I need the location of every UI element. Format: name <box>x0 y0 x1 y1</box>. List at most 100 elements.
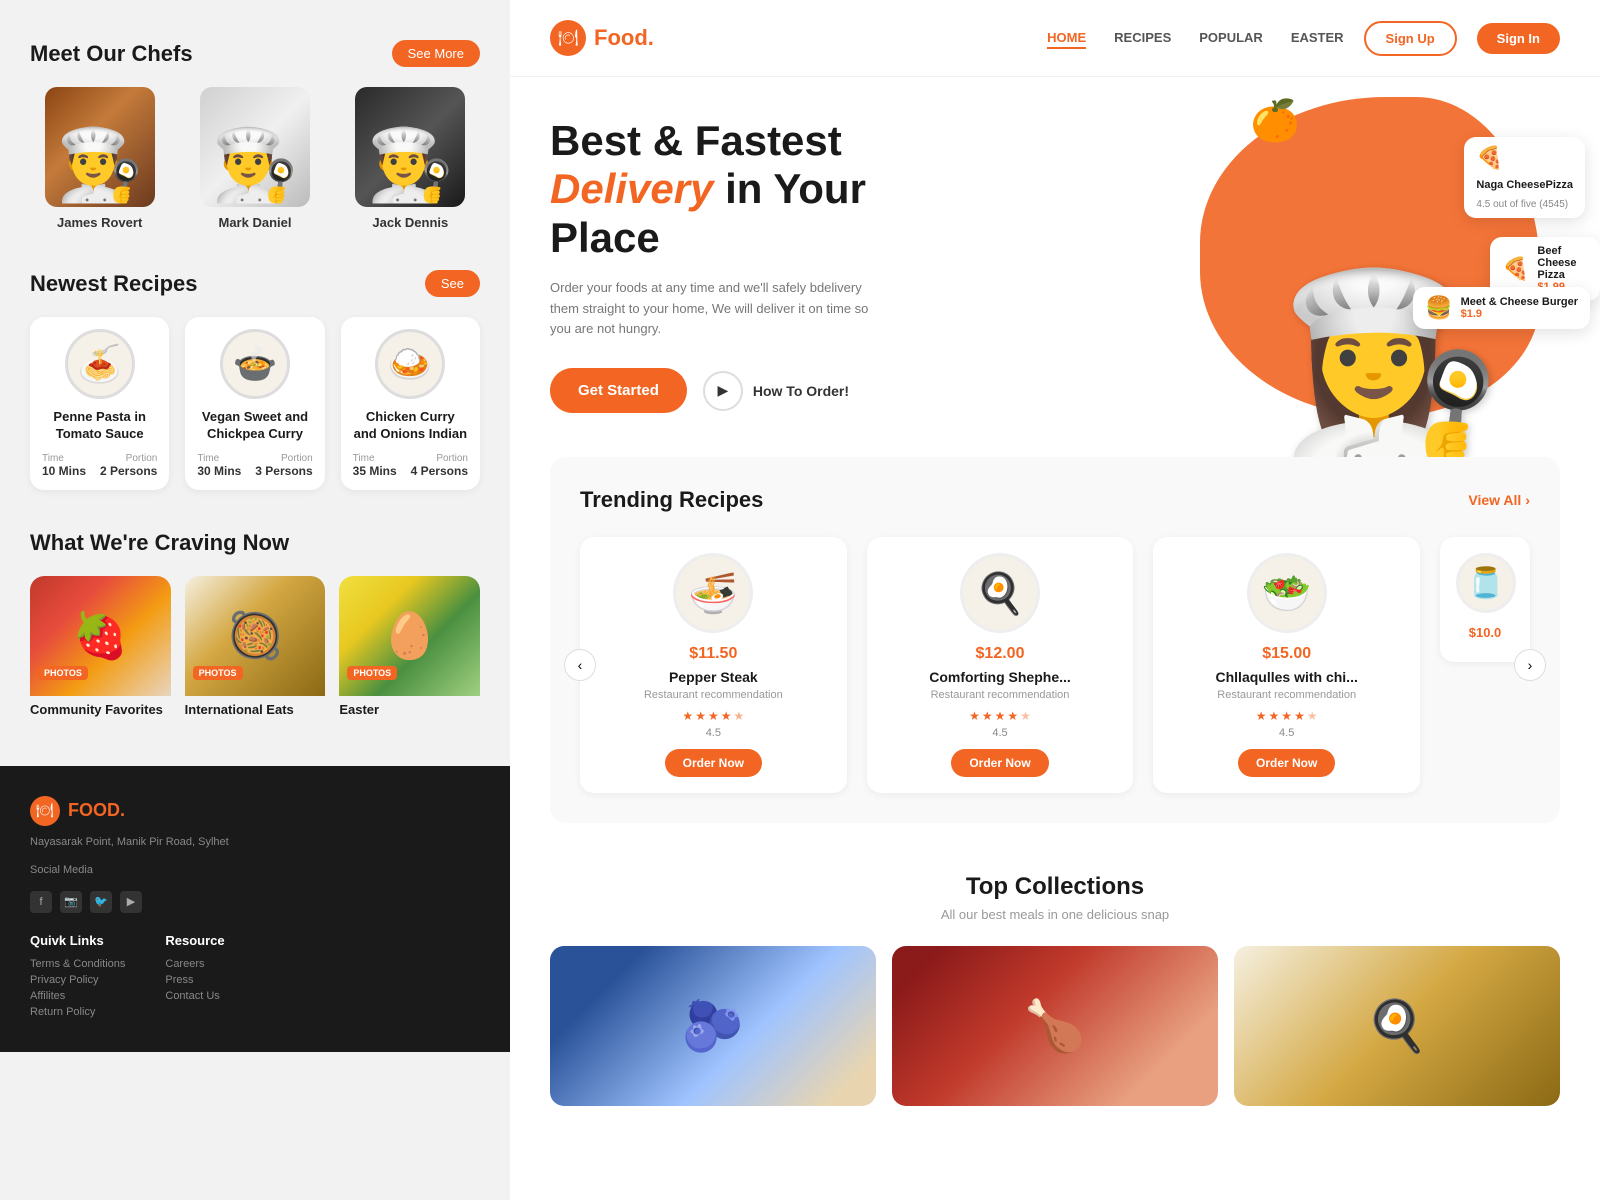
resource-link-2[interactable]: Press <box>165 974 224 986</box>
craving-title: What We're Craving Now <box>30 530 289 556</box>
chef-figure-3: 👨‍🍳 <box>355 87 465 207</box>
social-youtube[interactable]: ▶ <box>120 891 142 913</box>
order-btn-1[interactable]: Order Now <box>665 749 762 777</box>
craving-grid: 🍓 PHOTOS Community Favorites 🥘 PHOTOS In… <box>30 576 480 736</box>
nav-popular[interactable]: POPULAR <box>1199 30 1263 45</box>
trending-wrapper: Trending Recipes View All › ‹ 🍜 $11.50 P… <box>510 457 1600 843</box>
navbar: 🍽 Food. HOME RECIPES POPULAR EASTER Sign… <box>510 0 1600 77</box>
footer-logo-text: FOOD. <box>68 800 125 821</box>
chef-photo-2: 👨‍🍳 <box>200 87 310 207</box>
trending-section: Trending Recipes View All › ‹ 🍜 $11.50 P… <box>550 457 1560 823</box>
collection-item-2[interactable]: 🍗 <box>892 946 1218 1106</box>
left-footer: 🍽 FOOD. Nayasarak Point, Manik Pir Road,… <box>0 766 510 1052</box>
rating-val-1: 4.5 <box>596 727 831 739</box>
trend-sub-3: Restaurant recommendation <box>1169 689 1404 701</box>
recipe-bowl-2: 🍲 <box>220 329 290 399</box>
footer-link-4[interactable]: Return Policy <box>30 1006 125 1018</box>
trend-card-2[interactable]: 🍳 $12.00 Comforting Shephe... Restaurant… <box>867 537 1134 793</box>
float-card-burger: 🍔 Meet & Cheese Burger $1.9 <box>1413 287 1590 329</box>
recipes-section: Newest Recipes See 🍝 Penne Pasta in Toma… <box>30 270 480 490</box>
trend-card-1[interactable]: 🍜 $11.50 Pepper Steak Restaurant recomme… <box>580 537 847 793</box>
craving-card-3[interactable]: 🥚 PHOTOS Easter <box>339 576 480 736</box>
craving-label-2: International Eats <box>185 696 326 717</box>
recipe-card-3[interactable]: 🍛 Chicken Curry and Onions Indian Time 3… <box>341 317 480 490</box>
time-value-1: 10 Mins <box>42 464 100 478</box>
recipe-bowl-1: 🍝 <box>65 329 135 399</box>
burger-card-name: Meet & Cheese Burger <box>1461 296 1578 308</box>
nav-home[interactable]: HOME <box>1047 30 1086 49</box>
trend-name-1: Pepper Steak <box>596 669 831 685</box>
footer-link-2[interactable]: Privacy Policy <box>30 974 125 986</box>
trend-price-3: $15.00 <box>1169 645 1404 663</box>
nav-signup-button[interactable]: Sign Up <box>1364 21 1457 56</box>
nav-links: HOME RECIPES POPULAR EASTER <box>1047 29 1343 47</box>
view-all-link[interactable]: View All › <box>1468 492 1530 508</box>
trend-name-3: Chllaqulles with chi... <box>1169 669 1404 685</box>
coll-content-1: 🫐 <box>550 946 876 1106</box>
footer-link-1[interactable]: Terms & Conditions <box>30 958 125 970</box>
trend-img-2: 🍳 <box>960 553 1040 633</box>
recipes-section-header: Newest Recipes See <box>30 270 480 297</box>
recipe-card-2[interactable]: 🍲 Vegan Sweet and Chickpea Curry Time 30… <box>185 317 324 490</box>
portion-label-1: Portion <box>100 453 158 464</box>
portion-label-3: Portion <box>410 453 468 464</box>
craving-badge-2: PHOTOS <box>193 666 243 680</box>
recipe-meta-1: Time 10 Mins Portion 2 Persons <box>42 453 157 478</box>
star-half-1: ★ <box>733 709 744 723</box>
hero-description: Order your foods at any time and we'll s… <box>550 278 890 340</box>
portion-value-1: 2 Persons <box>100 464 158 478</box>
social-facebook[interactable]: f <box>30 891 52 913</box>
collections-section: Top Collections All our best meals in on… <box>510 843 1600 1136</box>
get-started-button[interactable]: Get Started <box>550 368 687 413</box>
resource-link-1[interactable]: Careers <box>165 958 224 970</box>
trend-img-4: 🫙 <box>1456 553 1516 613</box>
nav-recipes[interactable]: RECIPES <box>1114 30 1171 45</box>
order-btn-3[interactable]: Order Now <box>1238 749 1335 777</box>
resource-title: Resource <box>165 933 224 948</box>
recipe-card-1[interactable]: 🍝 Penne Pasta in Tomato Sauce Time 10 Mi… <box>30 317 169 490</box>
chefs-grid: 👨‍🍳 James Rovert 👨‍🍳 Mark Daniel 👨‍🍳 Jac… <box>30 87 480 230</box>
next-button[interactable]: › <box>1514 649 1546 681</box>
trend-card-3[interactable]: 🥗 $15.00 Chllaqulles with chi... Restaur… <box>1153 537 1420 793</box>
social-twitter[interactable]: 🐦 <box>90 891 112 913</box>
recipes-see-more-button[interactable]: See <box>425 270 480 297</box>
hero-title: Best & Fastest Delivery in YourPlace <box>550 117 890 262</box>
hero-section: Best & Fastest Delivery in YourPlace Ord… <box>510 77 1600 457</box>
craving-card-2[interactable]: 🥘 PHOTOS International Eats <box>185 576 326 736</box>
order-btn-2[interactable]: Order Now <box>951 749 1048 777</box>
rating-val-3: 4.5 <box>1169 727 1404 739</box>
chef-photo-1: 👨‍🍳 <box>45 87 155 207</box>
chef-figure-1: 👨‍🍳 <box>45 87 155 207</box>
hero-title-line1: Best & Fastest <box>550 117 842 164</box>
resource-link-3[interactable]: Contact Us <box>165 990 224 1002</box>
trending-cards: ‹ 🍜 $11.50 Pepper Steak Restaurant recom… <box>580 537 1530 793</box>
footer-social-icons: f 📷 🐦 ▶ <box>30 891 480 913</box>
footer-address: Nayasarak Point, Manik Pir Road, Sylhet <box>30 834 480 851</box>
craving-card-1[interactable]: 🍓 PHOTOS Community Favorites <box>30 576 171 736</box>
stars-3: ★ ★ ★ ★ ★ <box>1169 709 1404 723</box>
collections-grid: 🫐 🍗 🍳 <box>550 946 1560 1106</box>
chefs-see-more-button[interactable]: See More <box>392 40 480 67</box>
chef-photo-3: 👨‍🍳 <box>355 87 465 207</box>
craving-section: What We're Craving Now 🍓 PHOTOS Communit… <box>30 530 480 736</box>
trend-img-1: 🍜 <box>673 553 753 633</box>
beef-card-name: Beef Cheese Pizza <box>1537 245 1588 281</box>
chefs-section-header: Meet Our Chefs See More <box>30 40 480 67</box>
collection-item-1[interactable]: 🫐 <box>550 946 876 1106</box>
how-to-button[interactable]: ▶ How To Order! <box>703 371 849 411</box>
trend-card-4[interactable]: 🫙 $10.0 <box>1440 537 1530 662</box>
naga-card-rating: 4.5 out of five (4545) <box>1476 199 1568 210</box>
footer-resource: Resource Careers Press Contact Us <box>165 933 224 1022</box>
prev-button[interactable]: ‹ <box>564 649 596 681</box>
footer-quick-links: Quivk Links Terms & Conditions Privacy P… <box>30 933 125 1022</box>
coll-content-3: 🍳 <box>1234 946 1560 1106</box>
trending-title: Trending Recipes <box>580 487 763 513</box>
footer-link-3[interactable]: Affilites <box>30 990 125 1002</box>
craving-badge-1: PHOTOS <box>38 666 88 680</box>
trend-price-1: $11.50 <box>596 645 831 663</box>
social-instagram[interactable]: 📷 <box>60 891 82 913</box>
nav-signin-button[interactable]: Sign In <box>1477 23 1560 54</box>
star-2: ★ <box>695 709 706 723</box>
collection-item-3[interactable]: 🍳 <box>1234 946 1560 1106</box>
nav-easter[interactable]: EASTER <box>1291 30 1344 45</box>
